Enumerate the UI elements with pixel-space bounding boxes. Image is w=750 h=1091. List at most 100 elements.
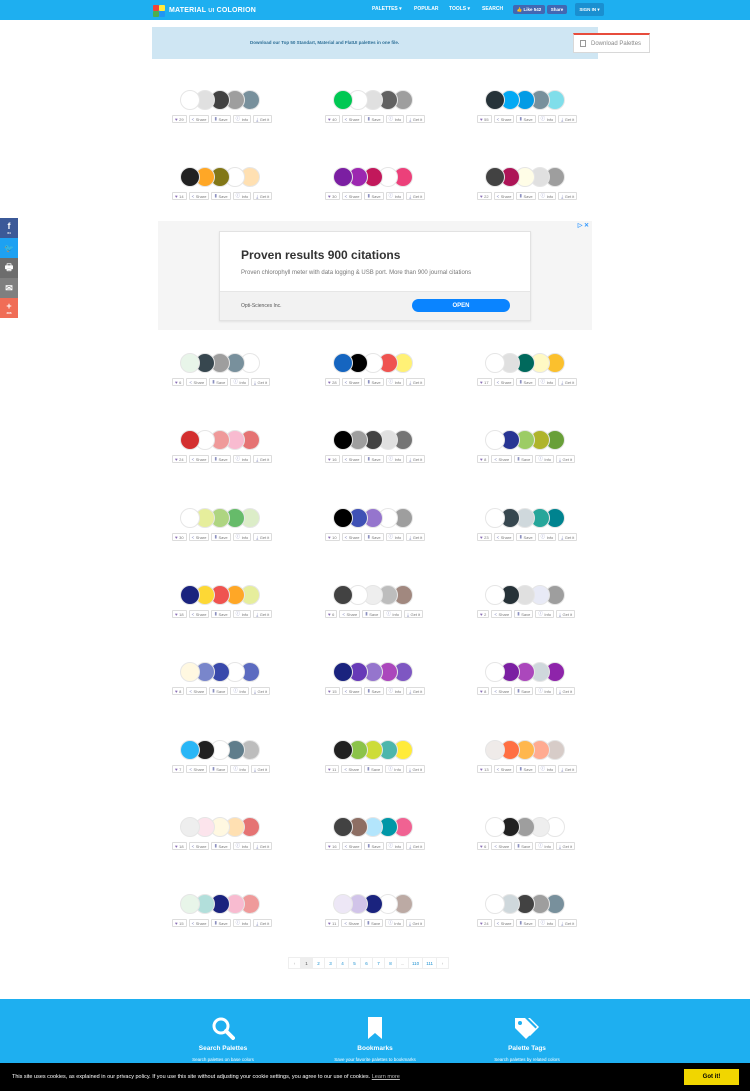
save-button[interactable]: ▮ Save [364,115,384,123]
info-button[interactable]: ⓘ Info [232,115,252,123]
save-button[interactable]: ▮ Save [211,455,231,463]
ad-card[interactable]: Proven results 900 citations Proven chlo… [219,231,531,321]
page-link[interactable]: 110 [408,957,424,969]
info-button[interactable]: ⓘ Info [385,378,405,386]
like-button[interactable]: ♥ 8 [477,455,490,463]
palette-swatches[interactable] [320,817,440,839]
save-button[interactable]: ▮ Save [211,919,231,927]
like-button[interactable]: ♥ 6 [172,378,185,386]
brand[interactable]: MATERIAL UI COLORION [153,4,256,17]
get-it-button[interactable]: ⤓ Get it [558,115,578,123]
get-it-button[interactable]: ⤓ Get it [558,919,578,927]
like-button[interactable]: ♥ 22 [477,192,492,200]
palette-swatches[interactable] [472,508,592,530]
facebook-share-side[interactable]: f 64 [0,218,18,238]
color-swatch[interactable] [180,740,200,760]
palette-swatches[interactable] [472,585,592,607]
color-swatch[interactable] [333,662,353,682]
share-button[interactable]: < Share [188,192,210,200]
like-button[interactable]: ♥ 16 [325,842,340,850]
share-button[interactable]: < Share [341,115,363,123]
info-button[interactable]: ⓘ Info [385,533,405,541]
palette-swatches[interactable] [320,508,440,530]
share-button[interactable]: < Share [341,192,363,200]
info-button[interactable]: ⓘ Info [232,610,252,618]
save-button[interactable]: ▮ Save [516,765,536,773]
share-button[interactable]: < Share [493,192,515,200]
info-button[interactable]: ⓘ Info [537,192,557,200]
like-button[interactable]: ♥ 10 [325,533,340,541]
info-button[interactable]: ⓘ Info [385,919,404,927]
palette-card[interactable]: ♥ 8 < Share ▮ Save ⓘ Info ⤓ Get it [472,662,592,712]
share-button[interactable]: < Share [341,765,363,773]
share-button[interactable]: < Share [491,842,513,850]
like-button[interactable]: ♥ 15 [325,687,340,695]
share-button[interactable]: < Share [341,378,363,386]
color-swatch[interactable] [333,508,353,528]
like-button[interactable]: ♥ 6 [477,842,490,850]
palette-swatches[interactable] [167,662,287,684]
save-button[interactable]: ▮ Save [211,610,231,618]
palette-swatches[interactable] [320,585,440,607]
color-swatch[interactable] [180,817,200,837]
palette-swatches[interactable] [320,662,440,684]
learn-more-link[interactable]: Learn more [372,1074,400,1080]
share-button[interactable]: < Share [493,115,515,123]
get-it-button[interactable]: ⤓ Get it [253,115,273,123]
like-button[interactable]: ♥ 30 [172,533,187,541]
save-button[interactable]: ▮ Save [516,919,536,927]
color-swatch[interactable] [180,430,200,450]
palette-card[interactable]: ♥ 6 < Share ▮ Save ⓘ Info ⤓ Get it [320,585,440,635]
palette-swatches[interactable] [167,894,287,916]
save-button[interactable]: ▮ Save [516,115,536,123]
palette-card[interactable]: ♥ 16 < Share ▮ Save ⓘ Info ⤓ Get it [320,430,440,480]
share-button[interactable]: < Share [493,765,515,773]
save-button[interactable]: ▮ Save [362,610,382,618]
next-page-button[interactable]: › [436,957,450,969]
info-button[interactable]: ⓘ Info [230,765,250,773]
color-swatch[interactable] [180,167,200,187]
palette-card[interactable]: ♥ 7 < Share ▮ Save ⓘ Info ⤓ Get it [167,740,287,790]
color-swatch[interactable] [485,353,505,373]
more-share-side[interactable]: + 286 [0,298,18,318]
info-button[interactable]: ⓘ Info [537,115,557,123]
color-swatch[interactable] [485,90,505,110]
palette-swatches[interactable] [167,740,287,762]
accept-cookies-button[interactable]: Got it! [684,1069,739,1085]
share-button[interactable]: < Share [493,919,515,927]
palette-swatches[interactable] [320,430,440,452]
info-button[interactable]: ⓘ Info [232,919,252,927]
get-it-button[interactable]: ⤓ Get it [404,610,424,618]
palette-swatches[interactable] [472,353,592,375]
save-button[interactable]: ▮ Save [514,842,534,850]
get-it-button[interactable]: ⤓ Get it [406,533,426,541]
like-button[interactable]: ♥ 15 [172,919,187,927]
palette-swatches[interactable] [320,167,440,189]
color-swatch[interactable] [485,817,505,837]
palette-card[interactable]: ♥ 10 < Share ▮ Save ⓘ Info ⤓ Get it [320,508,440,558]
color-swatch[interactable] [485,430,505,450]
palette-swatches[interactable] [472,662,592,684]
share-button[interactable]: < Share [186,378,208,386]
share-button[interactable]: < Share [491,455,513,463]
get-it-button[interactable]: ⤓ Get it [406,687,426,695]
color-swatch[interactable] [333,585,353,605]
palette-swatches[interactable] [167,585,287,607]
get-it-button[interactable]: ⤓ Get it [556,842,576,850]
get-it-button[interactable]: ⤓ Get it [405,765,425,773]
get-it-button[interactable]: ⤓ Get it [406,192,426,200]
page-link[interactable]: 111 [422,957,438,969]
color-swatch[interactable] [485,662,505,682]
sign-in-button[interactable]: SIGN IN ▾ [575,3,604,16]
palette-card[interactable]: ♥ 30 < Share ▮ Save ⓘ Info ⤓ Get it [320,167,440,217]
palette-card[interactable]: ♥ 28 < Share ▮ Save ⓘ Info ⤓ Get it [320,353,440,403]
share-button[interactable]: < Share [188,842,210,850]
color-swatch[interactable] [180,508,200,528]
color-swatch[interactable] [180,894,200,914]
get-it-button[interactable]: ⤓ Get it [253,455,273,463]
save-button[interactable]: ▮ Save [516,378,536,386]
palette-card[interactable]: ♥ 6 < Share ▮ Save ⓘ Info ⤓ Get it [167,353,287,403]
palette-swatches[interactable] [167,167,287,189]
share-button[interactable]: < Share [491,610,513,618]
like-button[interactable]: ♥ 17 [477,378,492,386]
